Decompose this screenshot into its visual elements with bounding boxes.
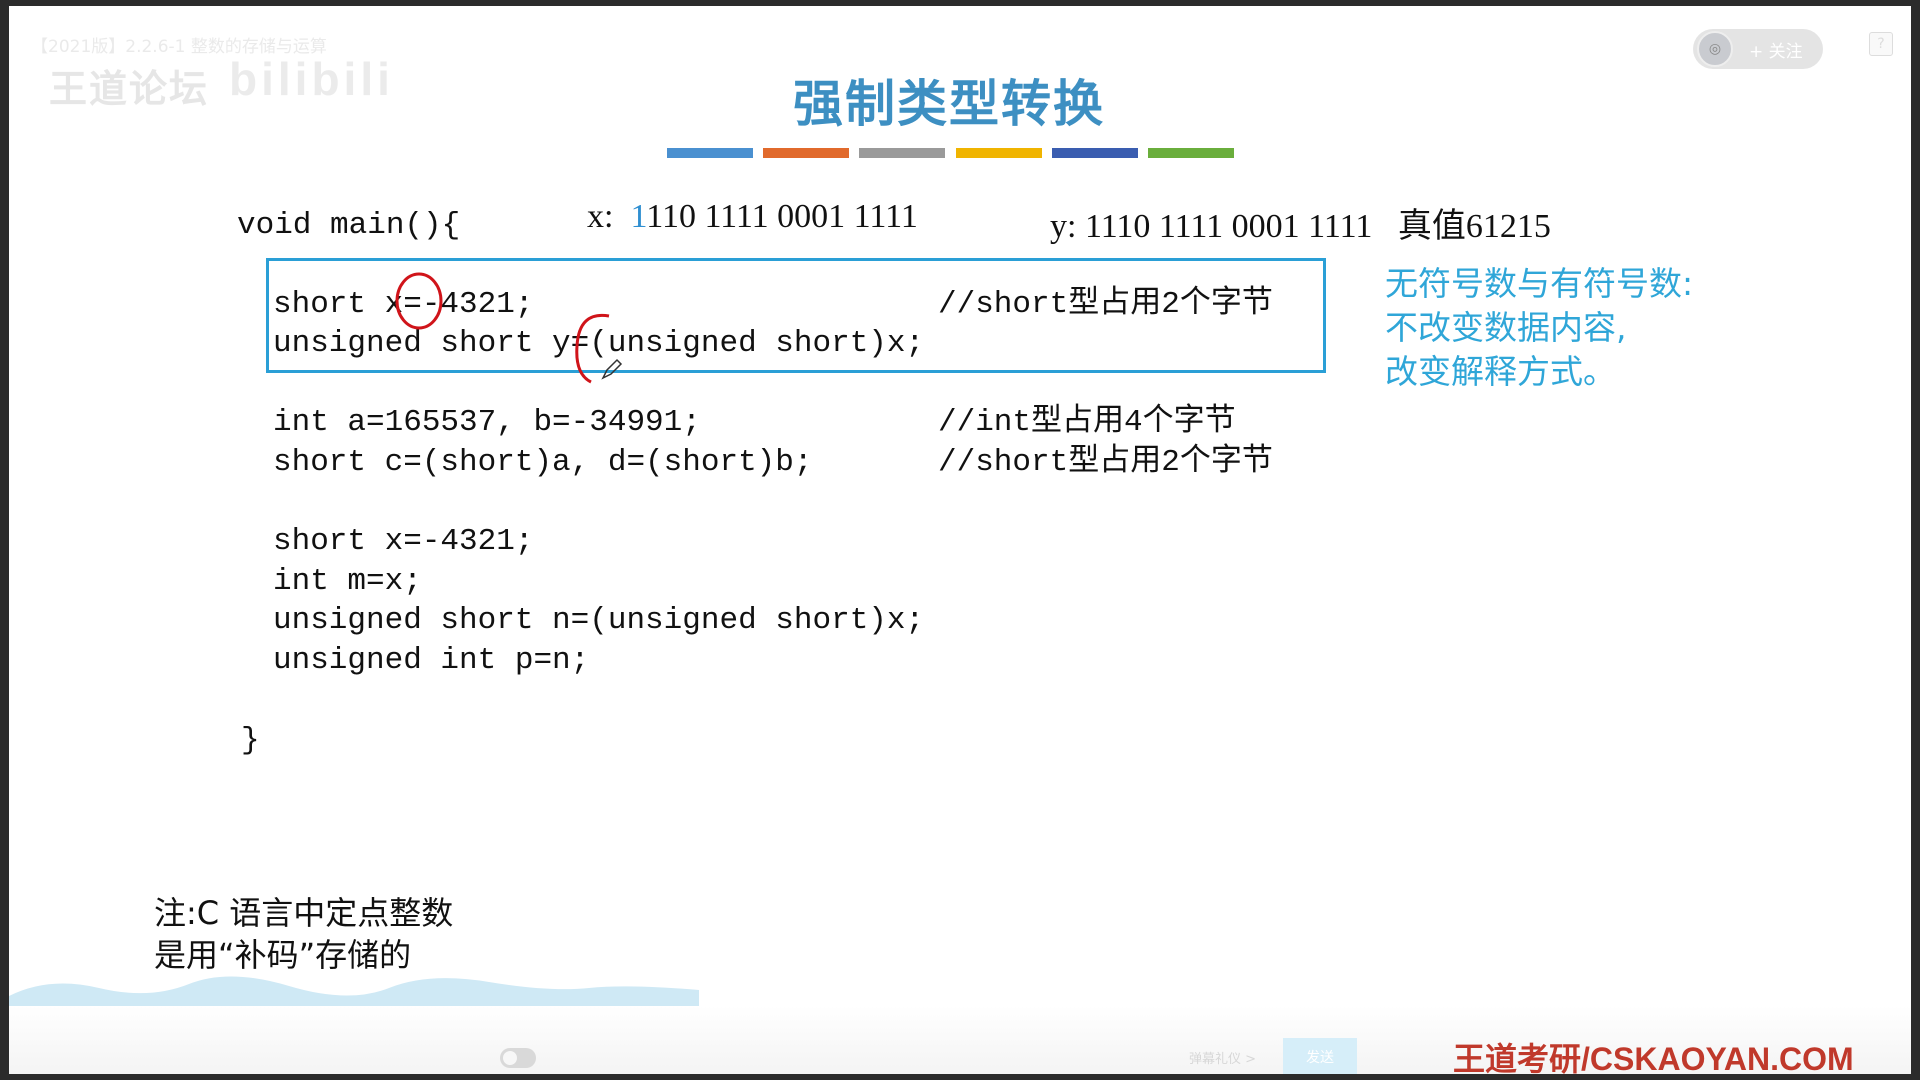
x-binary-line: x: 1110 1111 0001 1111 xyxy=(587,198,918,236)
code-line-int-ab: int a=165537, b=-34991; xyxy=(273,405,701,440)
code-comment-short: //short型占用2个字节 xyxy=(938,287,1273,322)
code-line-short-x-2: short x=-4321; xyxy=(273,524,534,559)
pen-cursor-icon xyxy=(601,358,623,380)
true-value: 真值61215 xyxy=(1397,208,1551,245)
color-bar-segment xyxy=(956,148,1042,158)
color-bar-segment xyxy=(1148,148,1234,158)
danmu-toggle[interactable] xyxy=(500,1048,536,1068)
follow-label: + 关注 xyxy=(1749,41,1803,62)
y-bits: 1110 1111 0001 1111 xyxy=(1084,208,1373,245)
side-note-line: 改变解释方式。 xyxy=(1385,352,1616,391)
x-bits: 110 1111 0001 1111 xyxy=(646,198,918,235)
side-note: 无符号数与有符号数: 不改变数据内容, 改变解释方式。 xyxy=(1385,262,1693,394)
footnote-line: 注:C 语言中定点整数 xyxy=(154,894,454,932)
main-close: } xyxy=(241,723,260,758)
video-frame: 【2021版】2.2.6-1 整数的存储与运算 王道论坛 bilibili ◎ … xyxy=(9,6,1911,1074)
slide-title: 强制类型转换 xyxy=(793,74,1105,133)
color-bar-segment xyxy=(859,148,945,158)
code-line-unsigned-p: unsigned int p=n; xyxy=(273,643,590,678)
side-note-line: 无符号数与有符号数: xyxy=(1385,264,1694,303)
avatar-icon: ◎ xyxy=(1697,31,1733,67)
color-bar-segment xyxy=(1052,148,1138,158)
help-icon[interactable]: ? xyxy=(1869,32,1893,56)
y-binary-line: y: 1110 1111 0001 1111 真值61215 xyxy=(1050,198,1551,247)
code-line-unsigned-n: unsigned short n=(unsigned short)x; xyxy=(273,603,925,638)
footnote: 注:C 语言中定点整数 是用“补码”存储的 xyxy=(154,892,453,976)
danmu-etiquette-link[interactable]: 弹幕礼仪 > xyxy=(1189,1048,1256,1067)
color-bar-segment xyxy=(763,148,849,158)
code-comment-short-2: //short型占用2个字节 xyxy=(938,445,1273,480)
code-line-short-cd: short c=(short)a, d=(short)b; xyxy=(273,445,813,480)
color-bar-segment xyxy=(667,148,753,158)
code-comment-int: //int型占用4个字节 xyxy=(938,405,1236,440)
code-line-int-m: int m=x; xyxy=(273,564,422,599)
x-label: x: xyxy=(587,198,614,235)
send-button[interactable]: 发送 xyxy=(1283,1038,1357,1074)
red-circle-annotation xyxy=(395,272,443,330)
brand-watermark: 王道考研/CSKAOYAN.COM xyxy=(1453,1041,1854,1074)
y-label: y: xyxy=(1050,208,1077,245)
main-open: void main(){ xyxy=(237,208,461,243)
follow-button[interactable]: ◎ + 关注 xyxy=(1693,29,1823,69)
side-note-line: 不改变数据内容, xyxy=(1385,308,1627,347)
x-first-bit: 1 xyxy=(630,198,647,235)
